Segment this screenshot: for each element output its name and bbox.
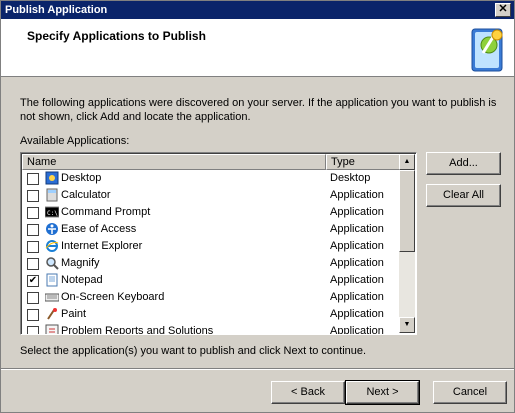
calculator-icon	[46, 188, 58, 202]
app-type: Application	[330, 291, 384, 303]
list-rows: Desktop Desktop Calculator Application C:\ Co…	[22, 170, 400, 335]
description-text: The following applications were discover…	[20, 97, 497, 123]
app-type: Application	[330, 240, 384, 252]
desktop-icon	[45, 171, 59, 185]
applications-list[interactable]: Name Type Desktop Desktop Calculator Applic…	[20, 152, 417, 335]
clear-all-button[interactable]: Clear All	[426, 184, 501, 207]
page-title: Specify Applications to Publish	[27, 29, 206, 43]
app-name: Desktop	[61, 172, 102, 184]
column-header-name[interactable]: Name	[22, 154, 326, 170]
problem-reports-icon	[45, 324, 59, 334]
wizard-header: Specify Applications to Publish	[1, 19, 514, 77]
list-item[interactable]: On-Screen Keyboard Application	[22, 289, 400, 306]
app-checkbox[interactable]	[27, 207, 39, 219]
app-checkbox[interactable]	[27, 292, 39, 304]
app-type: Application	[330, 206, 384, 218]
app-checkbox[interactable]	[27, 326, 39, 334]
list-item[interactable]: Internet Explorer Application	[22, 238, 400, 255]
scroll-up-button[interactable]: ▲	[399, 154, 415, 170]
app-name: Problem Reports and Solutions	[61, 325, 214, 335]
scroll-thumb[interactable]	[399, 170, 415, 252]
app-name: Notepad	[61, 274, 103, 286]
next-button[interactable]: Next >	[345, 380, 420, 405]
app-type: Application	[330, 257, 384, 269]
app-checkbox[interactable]	[27, 309, 39, 321]
back-button[interactable]: < Back	[271, 381, 345, 404]
list-item[interactable]: Problem Reports and Solutions Application	[22, 323, 400, 335]
app-type: Application	[330, 189, 384, 201]
app-name: On-Screen Keyboard	[61, 291, 165, 303]
app-checkbox[interactable]	[27, 190, 39, 202]
app-checkbox[interactable]	[27, 173, 39, 185]
app-checkbox[interactable]	[27, 224, 39, 236]
app-type: Application	[330, 274, 384, 286]
available-applications-label: Available Applications:	[20, 135, 130, 147]
app-checkbox[interactable]: ✔	[27, 275, 39, 287]
publish-application-window: Publish Application ✕ Specify Applicatio…	[0, 0, 515, 413]
app-name: Internet Explorer	[61, 240, 143, 252]
list-item[interactable]: C:\ Command Prompt Application	[22, 204, 400, 221]
list-item[interactable]: ✔ Notepad Application	[22, 272, 400, 289]
list-item[interactable]: Desktop Desktop	[22, 170, 400, 187]
app-name: Ease of Access	[61, 223, 137, 235]
title-bar: Publish Application ✕	[1, 1, 514, 19]
add-button[interactable]: Add...	[426, 152, 501, 175]
list-item[interactable]: Calculator Application	[22, 187, 400, 204]
list-item[interactable]: Ease of Access Application	[22, 221, 400, 238]
app-checkbox[interactable]	[27, 258, 39, 270]
close-button[interactable]: ✕	[495, 3, 511, 17]
app-type: Application	[330, 223, 384, 235]
list-header: Name Type	[22, 154, 400, 170]
command-prompt-icon: C:\	[45, 206, 59, 218]
list-item[interactable]: Magnify Application	[22, 255, 400, 272]
window-title: Publish Application	[5, 4, 108, 16]
app-name: Command Prompt	[61, 206, 151, 218]
internet-explorer-icon	[45, 240, 59, 252]
app-type: Application	[330, 308, 384, 320]
ease-of-access-icon	[46, 223, 58, 235]
notepad-icon	[46, 273, 58, 287]
app-checkbox[interactable]	[27, 241, 39, 253]
app-name: Calculator	[61, 189, 111, 201]
list-item[interactable]: Paint Application	[22, 306, 400, 323]
publish-wizard-icon	[471, 28, 503, 72]
footer-divider	[1, 368, 514, 370]
app-type: Desktop	[330, 172, 371, 184]
column-header-type[interactable]: Type	[326, 154, 400, 170]
vertical-scrollbar[interactable]: ▲ ▼	[399, 154, 415, 333]
app-type: Application	[330, 325, 384, 335]
paint-icon	[47, 308, 57, 320]
app-name: Magnify	[61, 257, 100, 269]
keyboard-icon	[45, 293, 59, 302]
scroll-down-button[interactable]: ▼	[399, 317, 415, 333]
svg-text:C:\: C:\	[47, 210, 58, 217]
instructions-text: Select the application(s) you want to pu…	[20, 345, 367, 357]
app-name: Paint	[61, 308, 87, 320]
magnify-icon	[46, 257, 59, 270]
cancel-button[interactable]: Cancel	[433, 381, 507, 404]
